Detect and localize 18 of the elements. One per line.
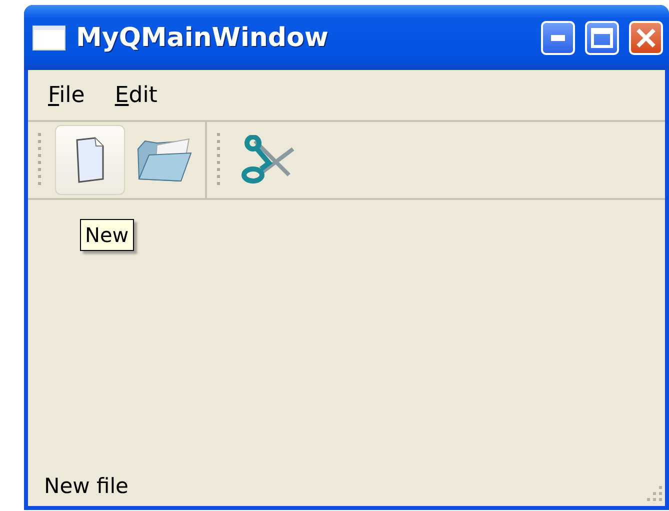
tooltip: New [80,219,134,251]
maximize-icon [591,28,613,48]
maximize-button[interactable] [585,20,619,54]
minimize-button[interactable] [541,20,575,54]
status-text: New file [44,474,128,498]
window-icon [32,24,66,50]
toolbar-grip[interactable] [38,133,41,187]
resize-grip-icon[interactable] [647,486,663,502]
menu-item[interactable]: Edit [110,82,162,108]
close-button[interactable] [629,20,663,54]
document-icon [75,137,105,183]
new-button[interactable] [55,125,125,195]
close-icon [636,28,656,48]
window-title: MyQMainWindow [76,22,330,52]
scissors-icon [241,135,297,185]
minimize-icon [551,34,565,40]
menu-item[interactable]: File [44,82,89,108]
toolbar-grip[interactable] [217,133,220,187]
